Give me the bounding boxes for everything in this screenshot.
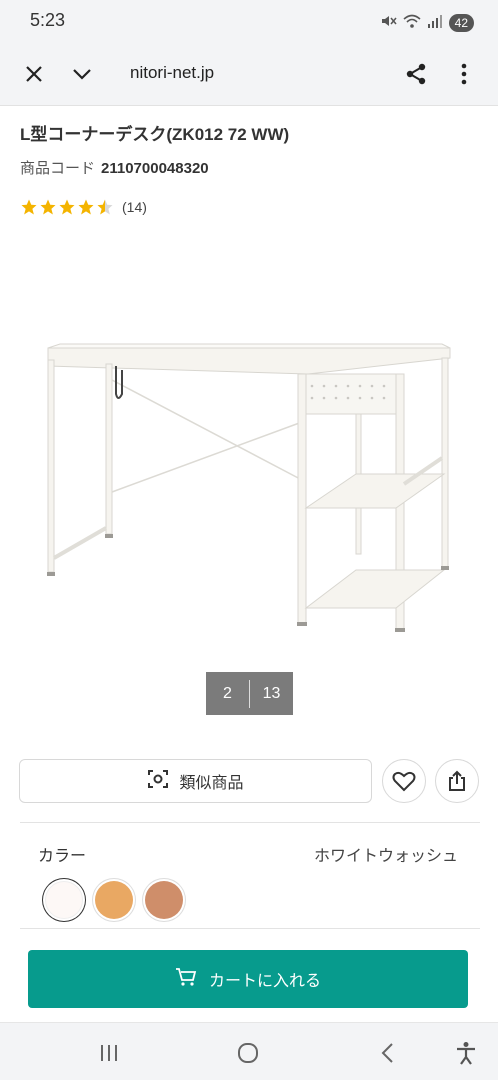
share-upload-icon [449, 770, 465, 791]
status-time: 5:23 [30, 10, 66, 30]
share-button[interactable] [435, 759, 479, 803]
share-icon[interactable] [400, 58, 432, 90]
color-selected-name: ホワイトウォッシュ [313, 848, 458, 865]
star-icon [78, 199, 94, 215]
battery-badge: 42 [448, 14, 474, 32]
similar-items-label: 類似商品 [179, 775, 244, 792]
accessibility-icon[interactable] [452, 1039, 480, 1067]
product-image[interactable] [40, 330, 460, 640]
recent-apps-icon[interactable] [95, 1039, 123, 1067]
star-icon [40, 199, 56, 215]
color-swatch-brown[interactable] [145, 881, 183, 919]
favorite-button[interactable] [382, 759, 426, 803]
product-title: L型コーナーデスク(ZK012 72 WW) [20, 125, 290, 144]
pager-total: 13 [262, 684, 281, 702]
star-icon [59, 199, 75, 215]
add-to-cart-button[interactable]: カートに入れる [28, 950, 468, 1008]
color-swatch-white[interactable] [45, 881, 83, 919]
rating-row[interactable]: (14) [20, 198, 147, 216]
star-icon [21, 199, 37, 215]
chevron-down-icon[interactable] [66, 58, 98, 90]
navigation-bar [0, 1022, 498, 1080]
divider [20, 928, 480, 929]
heart-icon [392, 771, 416, 792]
close-icon[interactable] [18, 58, 50, 90]
browser-toolbar: nitori-net.jp [0, 44, 498, 106]
similar-items-button[interactable]: 類似商品 [19, 759, 372, 803]
review-count[interactable]: (14) [122, 199, 147, 215]
color-swatch-natural[interactable] [95, 881, 133, 919]
scan-icon [147, 768, 169, 795]
back-icon[interactable] [374, 1039, 402, 1067]
status-icons: 42 [379, 12, 474, 34]
signal-icon [427, 13, 443, 33]
mute-icon [379, 12, 397, 34]
rating-stars [20, 198, 114, 216]
add-to-cart-label: カートに入れる [208, 973, 321, 990]
wifi-icon [403, 12, 421, 34]
pager-current: 2 [223, 684, 232, 702]
product-code-value: 2110700048320 [101, 160, 209, 177]
divider [20, 822, 480, 823]
product-code-row: 商品コード 2110700048320 [20, 157, 209, 178]
home-icon[interactable] [234, 1039, 262, 1067]
product-code-label: 商品コード [20, 160, 96, 177]
status-bar: 5:23 42 [0, 0, 498, 44]
more-vert-icon[interactable] [448, 58, 480, 90]
color-label: カラー [38, 848, 87, 865]
url-text[interactable]: nitori-net.jp [130, 63, 214, 83]
image-pager: 2 13 [206, 672, 293, 715]
cart-icon [175, 967, 197, 992]
half-star-icon [97, 199, 113, 215]
